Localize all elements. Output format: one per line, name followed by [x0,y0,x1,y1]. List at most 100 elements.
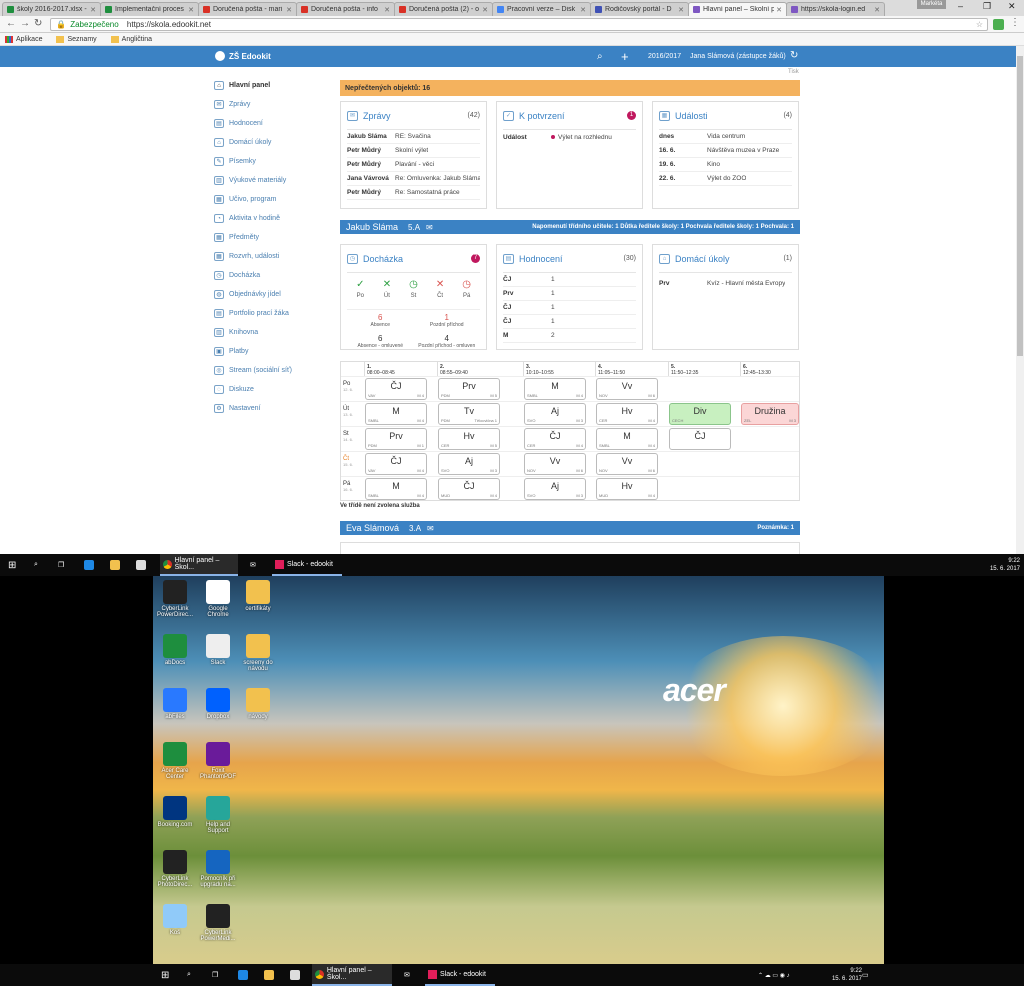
minimize-icon[interactable]: – [958,1,963,11]
student-bar-eva[interactable]: Eva Slámová 3.A ✉ Poznámka: 1 [340,521,800,535]
task-view-icon[interactable]: ❐ [58,557,64,573]
list-item[interactable]: Petr Můdrý Školní výlet [347,144,480,158]
bookmark-anglictina[interactable]: Angličtina [110,35,152,43]
browser-tab[interactable]: Hlavní panel – Školní p ✕ [688,2,787,16]
attendance-day[interactable]: ◷ Pá [453,279,480,303]
list-item[interactable]: 22. 6. Výlet do ZOO [659,172,792,186]
student-bar-jakub[interactable]: Jakub Sláma 5.A ✉ Napomenutí třídního uč… [340,220,800,234]
timetable-cell[interactable]: M SMBL M 4 [524,378,586,400]
tab-close-icon[interactable]: ✕ [676,6,684,14]
sidebar-item[interactable]: ◌ Diskuze [214,380,324,399]
store-icon[interactable] [136,560,146,570]
timetable-cell[interactable]: ČJ CER M 4 [524,428,586,450]
mail-icon[interactable]: ✉ [404,967,410,983]
url-input[interactable]: 🔒 Zabezpečeno https://skola.edookit.net … [50,18,988,31]
attendance-day[interactable]: ◷ St [400,279,427,303]
user-name[interactable]: Jana Slámová (zástupce žáků) [690,53,786,60]
sidebar-item[interactable]: ◍ Objednávky jídel [214,285,324,304]
attendance-stat[interactable]: 6 Absence - omluvené [347,331,414,352]
folder-icon[interactable] [110,560,120,570]
tab-close-icon[interactable]: ✕ [578,6,586,14]
menu-icon[interactable]: ⋮ [1010,17,1020,28]
timetable-cell[interactable]: Tv PDM Tělocvična 1 [438,403,500,425]
scrollbar-thumb[interactable] [1017,56,1023,356]
forward-icon[interactable]: → [20,18,30,29]
list-item[interactable]: ČJ 1 [503,301,636,315]
search-icon[interactable]: ⌕ [597,51,603,62]
tab-close-icon[interactable]: ✕ [774,6,782,14]
timetable-cell[interactable]: Aj SVO M 3 [524,478,586,500]
browser-tab[interactable]: Doručená pošta - mari ✕ [198,2,297,16]
desktop-icon[interactable]: CyberLink PhotoDirec... [155,850,195,888]
desktop-icon[interactable]: CyberLink PowerDirec... [155,580,195,618]
desktop-icon[interactable]: Acer Care Center [155,742,195,780]
search-icon[interactable]: ⌕ [34,557,38,573]
timetable-cell[interactable]: ČJ [669,428,731,450]
browser-tab[interactable]: https://skola-login.ed ✕ [786,2,885,16]
tab-close-icon[interactable]: ✕ [284,6,292,14]
desktop-icon[interactable]: návody [238,688,278,720]
timetable-cell[interactable]: Hv CER M 4 [596,403,658,425]
timetable-cell[interactable]: Družina ZEL M 3 [741,403,799,425]
timetable-cell[interactable]: Prv PDM M 5 [438,378,500,400]
timetable-cell[interactable]: ČJ VAV M 4 [365,378,427,400]
timetable-cell[interactable]: Div CECH [669,403,731,425]
tray-icons[interactable]: ⌃ ☁ ▭ ◉ ♪ [758,967,790,983]
attendance-day[interactable]: ✓ Po [347,279,374,303]
desktop-icon[interactable]: screeny do návodu [238,634,278,672]
list-item[interactable]: dnes Vida centrum [659,130,792,144]
envelope-icon[interactable]: ✉ [426,223,433,232]
timetable-cell[interactable]: Prv PDM M 1 [365,428,427,450]
restore-icon[interactable]: ❐ [983,1,991,12]
desktop-icon[interactable]: Help and Support [198,796,238,834]
homework-card-title[interactable]: ⌂ Domácí úkoly (1) [659,245,792,273]
grades-card-title[interactable]: ▤ Hodnocení (30) [503,245,636,273]
browser-tab[interactable]: Rodičovský portál - D ✕ [590,2,689,16]
desktop-icon[interactable]: Koš [155,904,195,936]
sidebar-item[interactable]: ✎ Písemky [214,152,324,171]
taskbar-app-chrome[interactable]: Hlavní panel – Škol... [160,554,238,576]
desktop-icon[interactable]: Booking.com [155,796,195,828]
mail-icon[interactable]: ✉ [250,557,256,573]
envelope-icon[interactable]: ✉ [427,524,434,533]
bookmark-apps[interactable]: Aplikace [5,35,42,43]
desktop-icon[interactable]: Slack [198,634,238,666]
attendance-day[interactable]: ✕ Čt [427,279,454,303]
list-item[interactable]: 16. 6. Návštěva muzea v Praze [659,144,792,158]
edge-icon[interactable] [238,970,248,980]
events-card-title[interactable]: ▦ Události (4) [659,102,792,130]
timetable-cell[interactable]: Vv NOV M 6 [596,453,658,475]
desktop-icon[interactable]: Dropbox [198,688,238,720]
timetable-cell[interactable]: ČJ VAV M 4 [365,453,427,475]
browser-tab[interactable]: Doručená pošta - info ✕ [296,2,395,16]
taskbar-app-chrome[interactable]: Hlavní panel – Škol... [312,964,392,986]
edge-icon[interactable] [84,560,94,570]
bookmark-seznamy[interactable]: Seznamy [56,35,97,43]
sidebar-item[interactable]: ▤ Hodnocení [214,114,324,133]
attendance-stat[interactable]: 4 Pozdní příchod - omluven [414,331,481,352]
list-item[interactable]: ČJ 1 [503,315,636,329]
list-item[interactable]: Jana Vávrová Re: Omluvenka: Jakub Sláma [347,172,480,186]
attendance-stat[interactable]: 6 Absence [347,310,414,331]
timetable-cell[interactable]: Aj SVO M 3 [438,453,500,475]
reload-icon[interactable]: ↻ [34,18,42,29]
windows-start-icon[interactable]: ⊞ [161,967,169,983]
task-view-icon[interactable]: ❐ [212,967,218,983]
list-item[interactable]: M2 [503,329,636,343]
sidebar-item[interactable]: ▦ Rozvrh, události [214,247,324,266]
sidebar-item[interactable]: ◔ Aktivita v hodině [214,209,324,228]
page-scrollbar[interactable] [1016,46,1024,554]
list-item[interactable]: Petr Můdrý Plavání - věci [347,158,480,172]
timetable-cell[interactable]: Vv NOV M 6 [596,378,658,400]
notifications-icon[interactable]: ▭ [862,967,869,983]
list-item[interactable]: ČJ 1 [503,273,636,287]
taskbar-app-slack[interactable]: Slack - edookit [272,554,342,576]
attendance-day[interactable]: ✕ Út [374,279,401,303]
browser-tab[interactable]: školy 2016-2017.xlsx - ✕ [2,2,101,16]
timetable-cell[interactable]: Aj SVO M 3 [524,403,586,425]
timetable-cell[interactable]: Hv CER M 5 [438,428,500,450]
tab-close-icon[interactable]: ✕ [382,6,390,14]
store-icon[interactable] [290,970,300,980]
timetable-cell[interactable]: M SMBL M 4 [365,478,427,500]
extension-icon[interactable] [993,19,1004,30]
